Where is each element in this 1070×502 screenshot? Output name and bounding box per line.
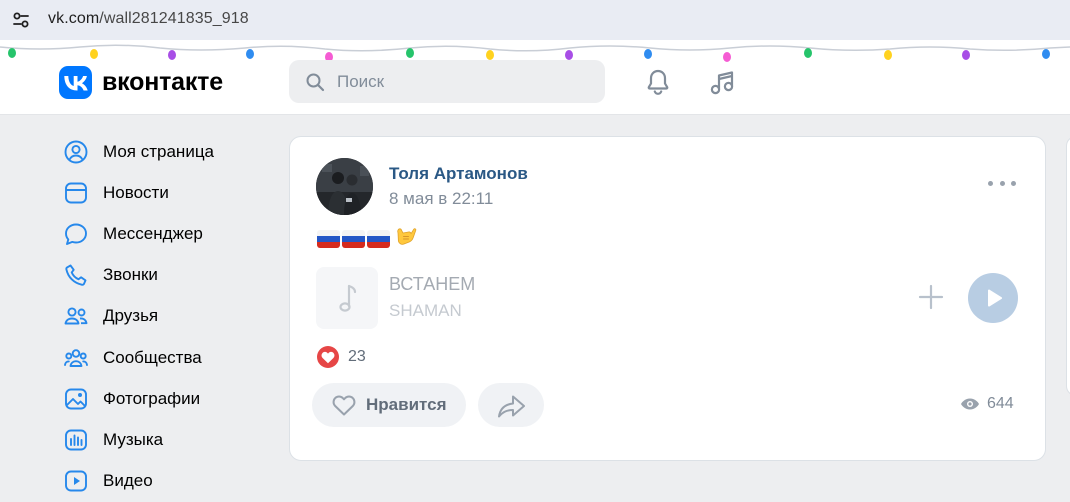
eye-icon xyxy=(961,398,979,410)
post-more-options-icon[interactable] xyxy=(988,181,1016,191)
share-arrow-icon xyxy=(498,395,525,418)
sidebar-item-label: Фотографии xyxy=(103,388,201,408)
sidebar-item-label: Видео xyxy=(103,471,153,491)
search-icon xyxy=(306,73,325,92)
sidebar-item-label: Музыка xyxy=(103,429,164,449)
author-avatar[interactable] xyxy=(316,158,373,215)
site-settings-icon[interactable] xyxy=(9,8,33,32)
russia-flag-emoji xyxy=(342,230,365,248)
music-icon xyxy=(65,429,87,451)
likes-count: 23 xyxy=(348,348,366,365)
vk-logo-icon xyxy=(59,66,92,99)
call-me-hand-emoji xyxy=(393,224,417,254)
friends-icon xyxy=(64,307,88,325)
sidebar-item-label: Сообщества xyxy=(103,347,202,367)
browser-address-bar: vk.com/wall281241835_918 xyxy=(0,0,1070,40)
bell-icon[interactable] xyxy=(643,67,673,97)
post-date[interactable]: 8 мая в 22:11 xyxy=(389,189,493,209)
heart-outline-icon xyxy=(332,395,356,416)
track-cover[interactable] xyxy=(316,267,378,329)
vk-logo[interactable]: вконтакте xyxy=(59,66,223,99)
url-text[interactable]: vk.com/wall281241835_918 xyxy=(48,10,249,28)
views-counter: 644 xyxy=(960,395,1014,413)
wall-post: Толя Артамонов 8 мая в 22:11 ВСТАНЕМ SHA… xyxy=(289,136,1046,461)
left-sidebar: Моя страница Новости Мессенджер Звонки Д… xyxy=(58,131,268,502)
russia-flag-emoji xyxy=(367,230,390,248)
views-count: 644 xyxy=(987,395,1014,412)
russia-flag-emoji xyxy=(317,230,340,248)
video-icon xyxy=(65,470,87,492)
track-title[interactable]: ВСТАНЕМ xyxy=(389,274,475,295)
sidebar-item-friends[interactable]: Друзья xyxy=(58,296,268,337)
music-note-icon xyxy=(339,284,357,312)
play-track-button[interactable] xyxy=(968,273,1018,323)
sidebar-item-video[interactable]: Видео xyxy=(58,461,268,502)
url-host: vk.com xyxy=(48,10,100,27)
newsfeed-icon xyxy=(65,182,87,204)
like-button-label: Нравится xyxy=(366,395,447,414)
right-column-card xyxy=(1066,136,1070,396)
user-circle-icon xyxy=(64,140,88,164)
sidebar-item-label: Моя страница xyxy=(103,141,215,161)
share-button[interactable] xyxy=(478,383,544,427)
sidebar-item-calls[interactable]: Звонки xyxy=(58,255,268,296)
track-artist[interactable]: SHAMAN xyxy=(389,301,462,321)
heart-badge-icon xyxy=(317,346,339,368)
post-text xyxy=(317,227,417,251)
sidebar-item-photos[interactable]: Фотографии xyxy=(58,378,268,419)
sidebar-item-label: Новости xyxy=(103,182,169,202)
sidebar-item-messenger[interactable]: Мессенджер xyxy=(58,213,268,254)
search-box[interactable] xyxy=(289,60,605,103)
add-track-icon[interactable] xyxy=(917,283,945,311)
post-author-name[interactable]: Толя Артамонов xyxy=(389,164,528,184)
sidebar-item-label: Друзья xyxy=(103,306,159,326)
play-icon xyxy=(988,289,1003,307)
vk-header: вконтакте xyxy=(0,40,1070,115)
like-button[interactable]: Нравится xyxy=(312,383,466,427)
sidebar-item-label: Звонки xyxy=(103,265,158,285)
sidebar-item-music[interactable]: Музыка xyxy=(58,419,268,460)
phone-icon xyxy=(65,264,87,286)
vk-logo-text: вконтакте xyxy=(102,68,223,96)
sidebar-item-communities[interactable]: Сообщества xyxy=(58,337,268,378)
likes-summary[interactable]: 23 xyxy=(317,346,366,368)
sidebar-item-label: Мессенджер xyxy=(103,223,203,243)
photos-icon xyxy=(65,388,87,410)
search-input[interactable] xyxy=(337,60,597,103)
message-icon xyxy=(65,223,87,245)
sidebar-item-my-page[interactable]: Моя страница xyxy=(58,131,268,172)
url-path: /wall281241835_918 xyxy=(99,10,249,27)
communities-icon xyxy=(64,348,88,367)
music-note-icon[interactable] xyxy=(708,67,738,97)
sidebar-item-news[interactable]: Новости xyxy=(58,172,268,213)
